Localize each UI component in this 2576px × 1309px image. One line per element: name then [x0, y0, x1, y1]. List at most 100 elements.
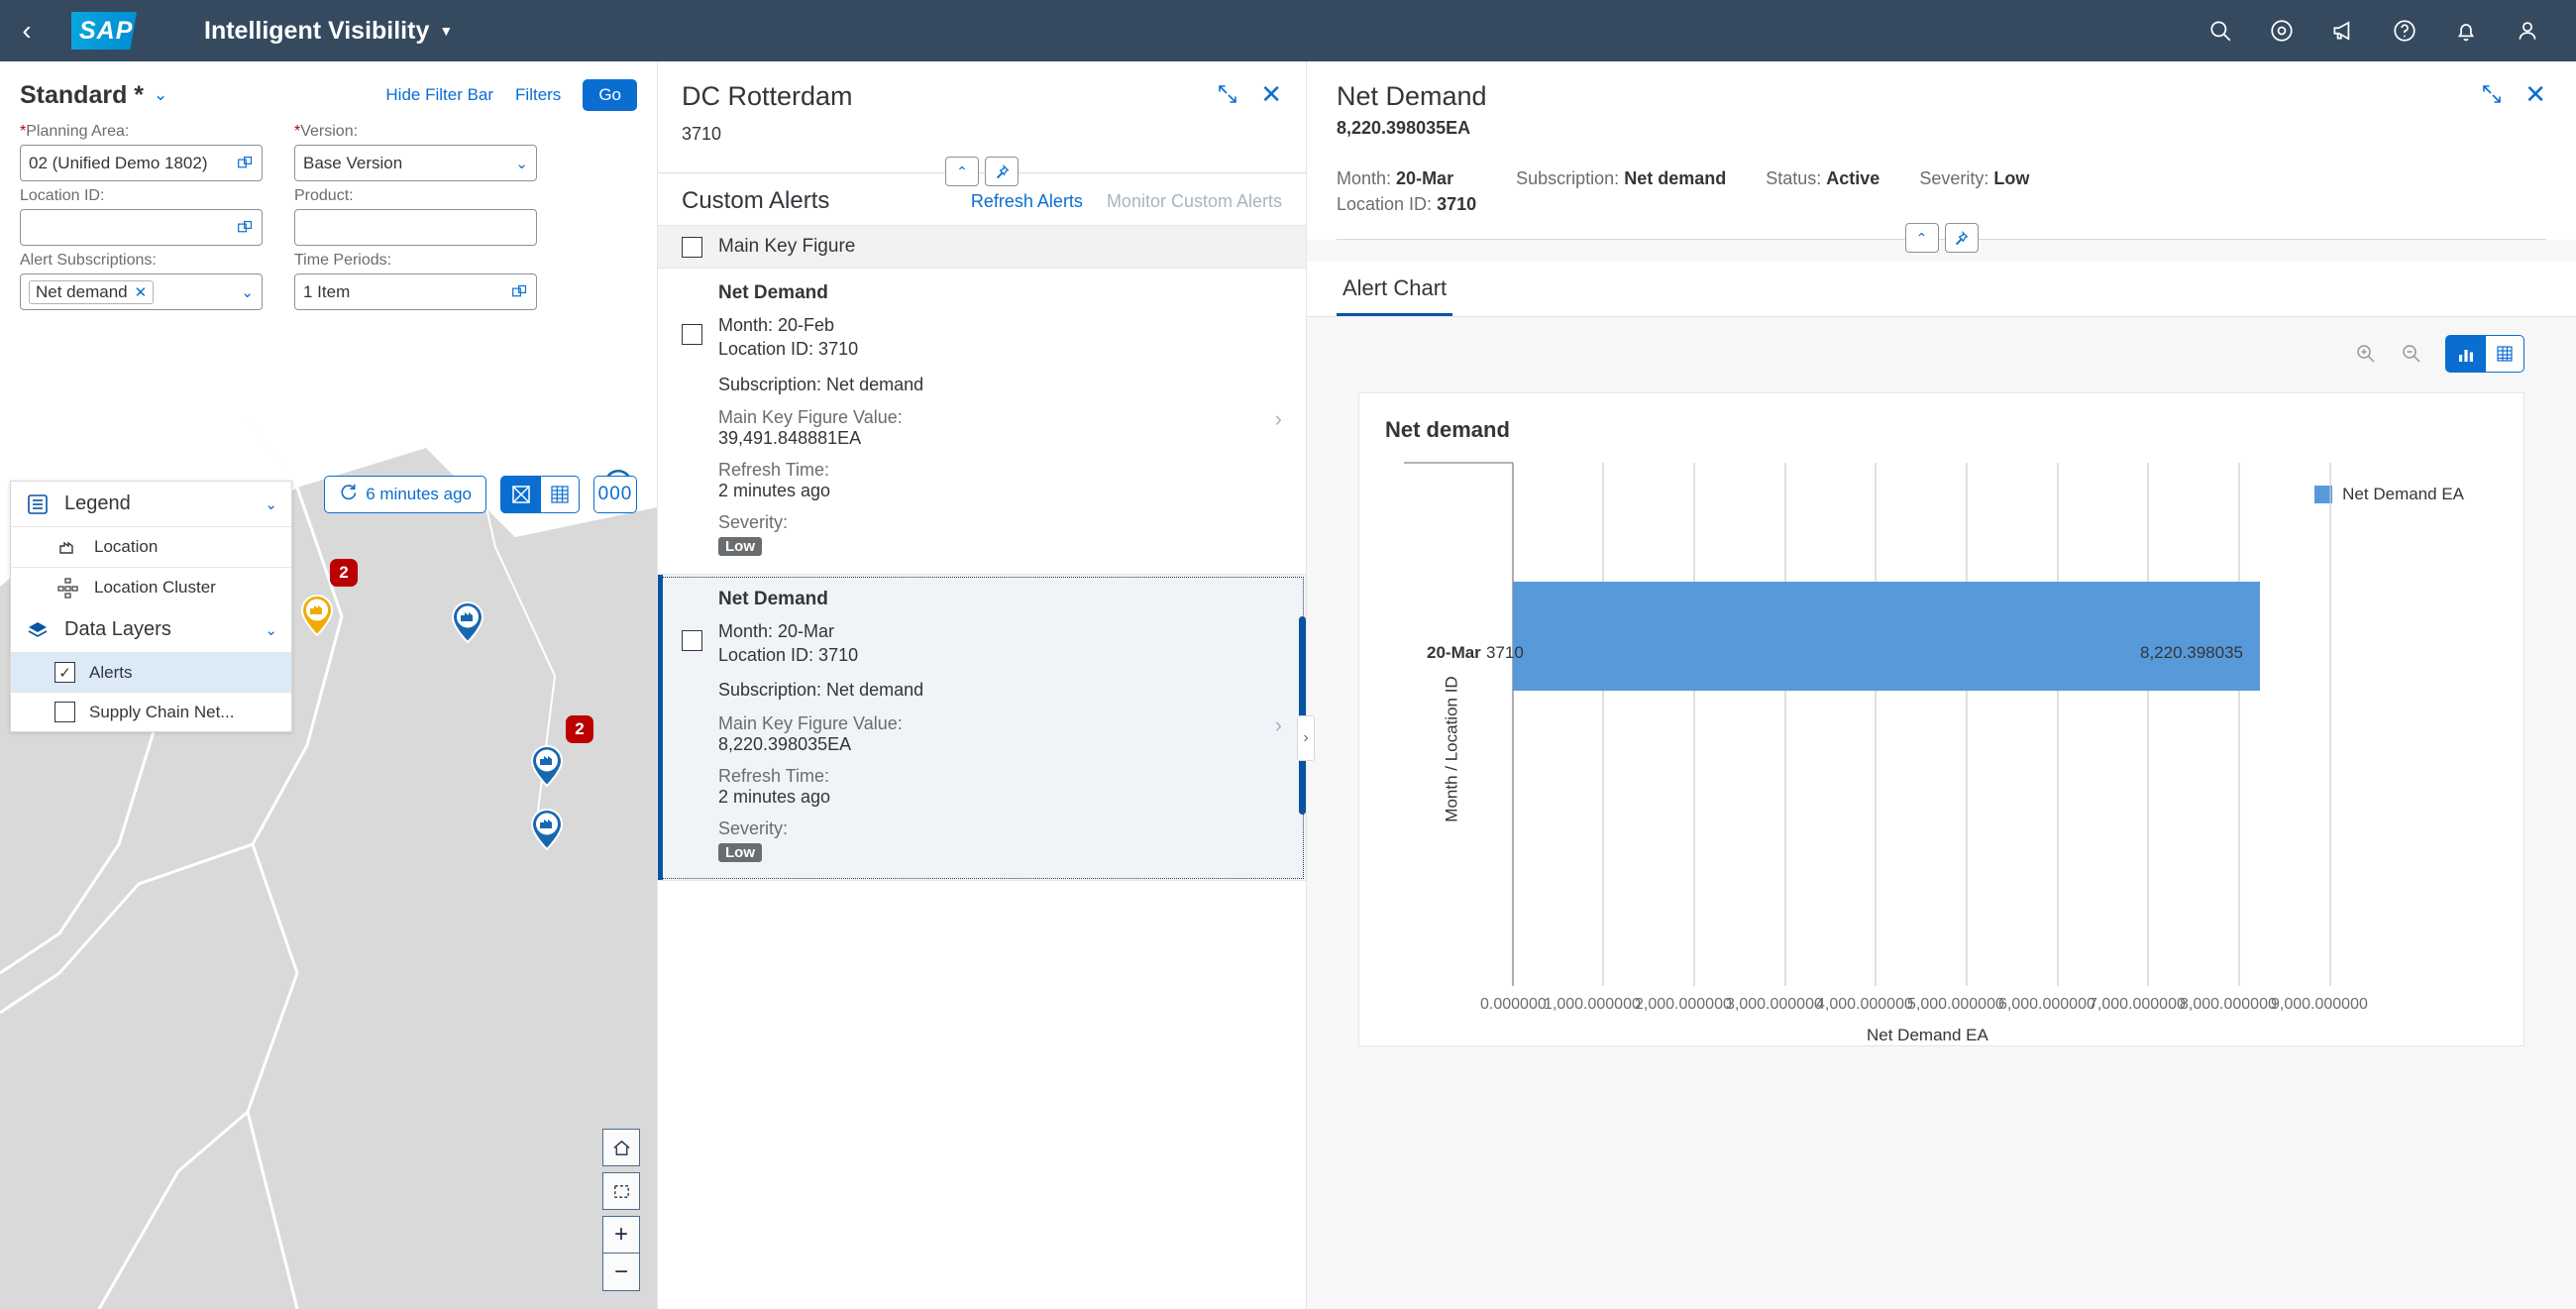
- custom-alerts-actions: Refresh Alerts Monitor Custom Alerts: [971, 191, 1282, 212]
- close-icon[interactable]: ✕: [2524, 81, 2546, 107]
- alert-item-checkbox[interactable]: [682, 324, 702, 345]
- zoom-in-button[interactable]: +: [602, 1216, 640, 1254]
- chevron-down-icon[interactable]: ⌄: [241, 283, 254, 301]
- notifications-icon[interactable]: [2439, 0, 2493, 61]
- panel-header-actions: ✕: [1217, 81, 1282, 107]
- home-icon[interactable]: [602, 1129, 640, 1166]
- location-id-input[interactable]: [20, 209, 263, 246]
- value-help-icon[interactable]: [237, 219, 254, 236]
- map-marker-location-warning[interactable]: [300, 595, 334, 641]
- page-title: Net Demand: [1337, 81, 1487, 112]
- refresh-alerts-button[interactable]: Refresh Alerts: [971, 191, 1083, 212]
- overflow-menu-button[interactable]: 000: [593, 476, 637, 513]
- expand-icon[interactable]: [2481, 83, 2503, 105]
- data-layer-alerts[interactable]: ✓ Alerts: [11, 652, 291, 692]
- alert-list-item-selected[interactable]: Net Demand Month: 20-Mar Location ID: 37…: [658, 575, 1306, 881]
- refresh-icon: [339, 483, 358, 506]
- close-icon[interactable]: ✕: [1260, 81, 1282, 107]
- filters-button[interactable]: Filters: [515, 85, 561, 105]
- map-alert-badge[interactable]: 2: [566, 715, 593, 743]
- hide-filter-bar-button[interactable]: Hide Filter Bar: [385, 85, 493, 105]
- version-input[interactable]: Base Version ⌄: [294, 145, 537, 181]
- chart-plot-area: Month / Location ID 20-Mar 3710: [1359, 453, 2523, 1045]
- zoom-in-icon[interactable]: [2354, 342, 2378, 366]
- refresh-timestamp-button[interactable]: 6 minutes ago: [324, 476, 486, 513]
- zoom-out-icon[interactable]: [2400, 342, 2423, 366]
- zoom-out-button[interactable]: −: [602, 1254, 640, 1291]
- pin-icon[interactable]: [985, 157, 1019, 186]
- map-marker-location[interactable]: [530, 745, 564, 792]
- alert-subscriptions-input[interactable]: Net demand ✕ ⌄: [20, 273, 263, 310]
- chart-view-switch: [2445, 335, 2524, 373]
- x-tick-1: 1,000.000000: [1544, 996, 1641, 1014]
- legend-title: Legend: [64, 492, 131, 515]
- data-layer-label: Supply Chain Net...: [89, 703, 234, 722]
- field-planning-area: *Planning Area: 02 (Unified Demo 1802): [20, 123, 263, 181]
- map-view-icon[interactable]: [500, 476, 540, 513]
- product-input[interactable]: [294, 209, 537, 246]
- token-remove-icon[interactable]: ✕: [135, 283, 148, 301]
- net-demand-meta: Month: 20-Mar Location ID: 3710 Subscrip…: [1337, 168, 2546, 215]
- alert-list-item[interactable]: Net Demand Month: 20-Feb Location ID: 37…: [658, 269, 1306, 575]
- filter-bar-actions: Hide Filter Bar Filters Go: [385, 79, 637, 111]
- chevron-right-icon[interactable]: ›: [1275, 712, 1282, 738]
- x-tick-6: 6,000.000000: [1998, 996, 2095, 1014]
- help-icon[interactable]: [2378, 0, 2431, 61]
- field-label: Location ID:: [20, 187, 263, 205]
- variant-selector[interactable]: Standard * ⌄: [20, 81, 167, 110]
- expand-icon[interactable]: [1217, 83, 1238, 105]
- collapse-up-icon[interactable]: ⌃: [945, 157, 979, 186]
- alerts-layer-checkbox[interactable]: ✓: [54, 662, 75, 683]
- supply-chain-layer-checkbox[interactable]: [54, 702, 75, 722]
- data-layer-supply-chain-network[interactable]: Supply Chain Net...: [11, 692, 291, 731]
- layers-icon: [25, 619, 51, 641]
- planning-area-input[interactable]: 02 (Unified Demo 1802): [20, 145, 263, 181]
- back-chevron-icon[interactable]: ‹: [0, 0, 54, 61]
- chevron-right-icon[interactable]: ›: [1275, 406, 1282, 432]
- bar-chart-icon[interactable]: [2445, 335, 2485, 373]
- value-help-icon[interactable]: [237, 155, 254, 171]
- map-canvas[interactable]: 2 2 Legend ⌄: [0, 418, 657, 1309]
- table-icon[interactable]: [2485, 335, 2524, 373]
- fit-to-screen-icon[interactable]: [602, 1172, 640, 1210]
- section-toggle-group: ⌃: [1905, 223, 1979, 253]
- chevron-down-icon[interactable]: ⌄: [515, 155, 528, 172]
- assistant-icon[interactable]: [2255, 0, 2308, 61]
- dc-rotterdam-header: DC Rotterdam ✕: [658, 61, 1306, 120]
- filter-bar-top-row: Standard * ⌄ Hide Filter Bar Filters Go: [20, 79, 637, 111]
- chevron-down-icon[interactable]: ⌄: [265, 621, 277, 639]
- left-panel: Standard * ⌄ Hide Filter Bar Filters Go …: [0, 61, 657, 1309]
- map-alert-badge[interactable]: 2: [330, 559, 358, 587]
- search-icon[interactable]: [2194, 0, 2247, 61]
- collapse-up-icon[interactable]: ⌃: [1905, 223, 1939, 253]
- select-all-checkbox[interactable]: [682, 237, 702, 258]
- meta-month-location: Month: 20-Mar Location ID: 3710: [1337, 168, 1476, 215]
- map-marker-location[interactable]: [451, 601, 484, 648]
- meta-status-value: Active: [1826, 168, 1879, 188]
- panel-subtitle: 3710: [658, 120, 1306, 145]
- go-button[interactable]: Go: [583, 79, 637, 111]
- overflow-dots-icon: 000: [598, 484, 633, 505]
- time-periods-input[interactable]: 1 Item: [294, 273, 537, 310]
- megaphone-icon[interactable]: [2316, 0, 2370, 61]
- map-marker-location[interactable]: [530, 809, 564, 855]
- chart-bar: [1513, 582, 2260, 691]
- panel-title: DC Rotterdam: [682, 81, 853, 112]
- user-icon[interactable]: [2501, 0, 2554, 61]
- subscription-token[interactable]: Net demand ✕: [29, 280, 154, 304]
- chevron-down-icon[interactable]: ⌄: [265, 495, 277, 513]
- pin-icon[interactable]: [1945, 223, 1979, 253]
- refresh-label: 6 minutes ago: [366, 485, 472, 504]
- app-title[interactable]: Intelligent Visibility ▼: [204, 17, 453, 46]
- filter-bar: Standard * ⌄ Hide Filter Bar Filters Go …: [0, 61, 657, 318]
- legend-section-header[interactable]: Legend ⌄: [11, 482, 291, 526]
- table-view-icon[interactable]: [540, 476, 580, 513]
- shell-header-actions: [2194, 0, 2576, 61]
- tab-alert-chart[interactable]: Alert Chart: [1337, 262, 1452, 316]
- alert-item-checkbox[interactable]: [682, 630, 702, 651]
- panel-resize-handle[interactable]: ›: [1297, 715, 1315, 761]
- alert-name: Net Demand: [718, 282, 1259, 304]
- value-help-icon[interactable]: [511, 283, 528, 300]
- alert-month: Month: 20-Feb: [718, 313, 1259, 337]
- data-layers-section-header[interactable]: Data Layers ⌄: [11, 607, 291, 652]
